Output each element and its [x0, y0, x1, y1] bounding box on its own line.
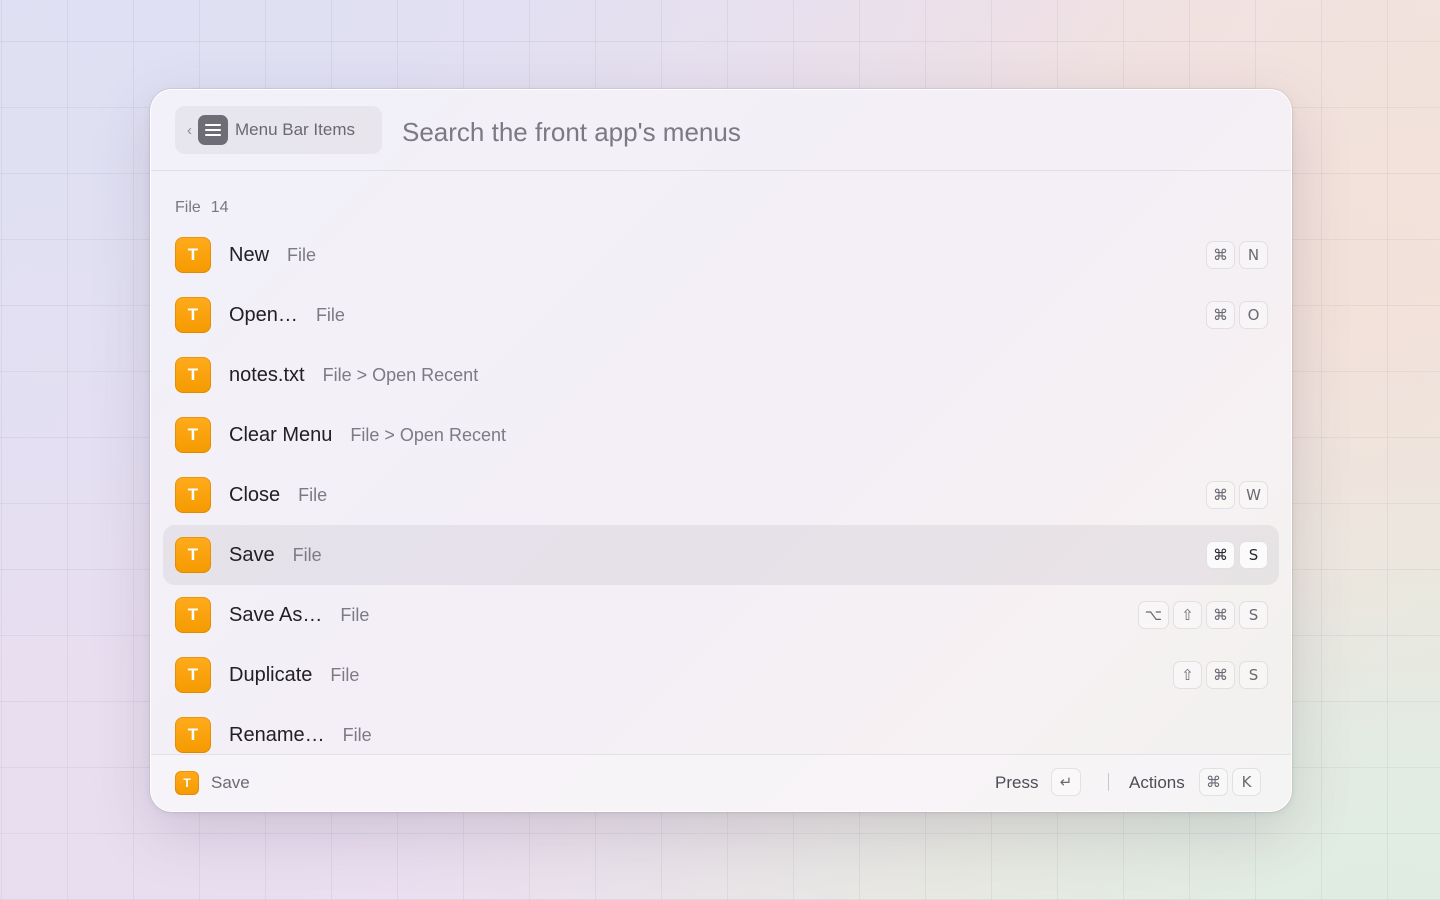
item-menu-path: File > Open Recent — [350, 424, 506, 445]
list-item[interactable]: T Save File ⌘ S — [163, 525, 1279, 585]
item-menu-path: File — [298, 484, 328, 505]
keycap: S — [1239, 661, 1268, 689]
list-item[interactable]: T Close File ⌘ W — [163, 465, 1279, 525]
item-menu-path: File > Open Recent — [322, 364, 479, 385]
item-menu-path: File — [342, 724, 372, 745]
keyboard-shortcut: ⌥ ⇧ ⌘ S — [1137, 601, 1268, 629]
keyboard-shortcut: ⌘ W — [1206, 481, 1268, 509]
keycap: ⌘ — [1206, 601, 1235, 629]
return-key-icon: ↵ — [1051, 768, 1081, 796]
keycap: K — [1232, 768, 1261, 796]
app-icon: T — [175, 771, 199, 795]
list-item[interactable]: T Clear Menu File > Open Recent — [163, 405, 1279, 465]
selected-item-name: Save — [211, 773, 250, 792]
section-count: 14 — [210, 199, 229, 216]
keycap: S — [1239, 601, 1268, 629]
divider — [1108, 773, 1109, 791]
breadcrumb-back-button[interactable]: ‹ Menu Bar Items — [175, 106, 382, 154]
keyboard-shortcut: ⌘ N — [1206, 241, 1268, 269]
app-icon: T — [175, 477, 211, 513]
keycap: N — [1239, 241, 1268, 269]
item-menu-path: File — [315, 304, 345, 325]
keyboard-shortcut: ⇧ ⌘ S — [1173, 661, 1268, 689]
keyboard-shortcut: ⌘ S — [1206, 541, 1268, 569]
item-title: Rename… — [229, 723, 325, 746]
breadcrumb-label: Menu Bar Items — [235, 120, 355, 139]
chevron-left-icon: ‹ — [187, 121, 192, 139]
section-header: File 14 — [175, 199, 229, 217]
keycap: ⌘ — [1199, 768, 1228, 796]
item-title: New — [229, 243, 270, 266]
search-input[interactable] — [400, 112, 1204, 152]
keycap: O — [1239, 301, 1268, 329]
keycap: ⇧ — [1173, 601, 1202, 629]
keycap: ⌘ — [1206, 541, 1235, 569]
actions-shortcut: ⌘ K — [1199, 768, 1261, 796]
item-title: Close — [229, 483, 281, 506]
keycap: ⌘ — [1206, 241, 1235, 269]
keycap: ⌥ — [1137, 601, 1169, 629]
item-title: Open… — [229, 303, 298, 326]
app-icon: T — [175, 657, 211, 693]
action-bar: T Save Press ↵ Actions ⌘ K — [151, 754, 1291, 811]
list-item[interactable]: T Open… File ⌘ O — [163, 285, 1279, 345]
app-icon: T — [175, 717, 211, 753]
keycap: W — [1239, 481, 1268, 509]
menu-lines-icon — [198, 115, 228, 145]
item-menu-path: File — [330, 664, 360, 685]
results-list: T New File ⌘ N T Open… File ⌘ O Tnotes.txt File > O… — [163, 225, 1279, 755]
keycap: S — [1239, 541, 1268, 569]
keycap: ⌘ — [1206, 301, 1235, 329]
list-item[interactable]: Tnotes.txt File > Open Recent — [163, 345, 1279, 405]
list-item[interactable]: T Duplicate File ⇧ ⌘ S — [163, 645, 1279, 705]
app-icon: T — [175, 597, 211, 633]
search-header: ‹ Menu Bar Items — [151, 90, 1291, 171]
primary-action-label[interactable]: Press — [995, 773, 1038, 793]
keycap: ⌘ — [1206, 481, 1235, 509]
app-icon: T — [175, 357, 211, 393]
launcher-window: ‹ Menu Bar Items File14 TNewFile⌘NTOpen…… — [150, 89, 1292, 812]
list-item[interactable]: T New File ⌘ N — [163, 225, 1279, 285]
item-title: Clear Menu — [229, 423, 333, 446]
list-item[interactable]: T Rename… File — [163, 705, 1279, 755]
item-title: notes.txt — [229, 363, 305, 386]
item-title: Duplicate — [229, 663, 313, 686]
keycap: ⇧ — [1173, 661, 1202, 689]
item-menu-path: File — [287, 244, 317, 265]
keyboard-shortcut: ⌘ O — [1206, 301, 1268, 329]
app-icon: T — [175, 537, 211, 573]
item-title: Save — [229, 543, 275, 566]
keycap: ⌘ — [1206, 661, 1235, 689]
item-title: Save As… — [229, 603, 323, 626]
list-item[interactable]: T Save As… File ⌥ ⇧ ⌘ S — [163, 585, 1279, 645]
actions-button[interactable]: Actions — [1129, 773, 1185, 793]
item-menu-path: File — [292, 544, 322, 565]
section-title: File — [175, 199, 201, 216]
app-icon: T — [175, 297, 211, 333]
item-menu-path: File — [340, 604, 370, 625]
app-icon: T — [175, 237, 211, 273]
app-icon: T — [175, 417, 211, 453]
